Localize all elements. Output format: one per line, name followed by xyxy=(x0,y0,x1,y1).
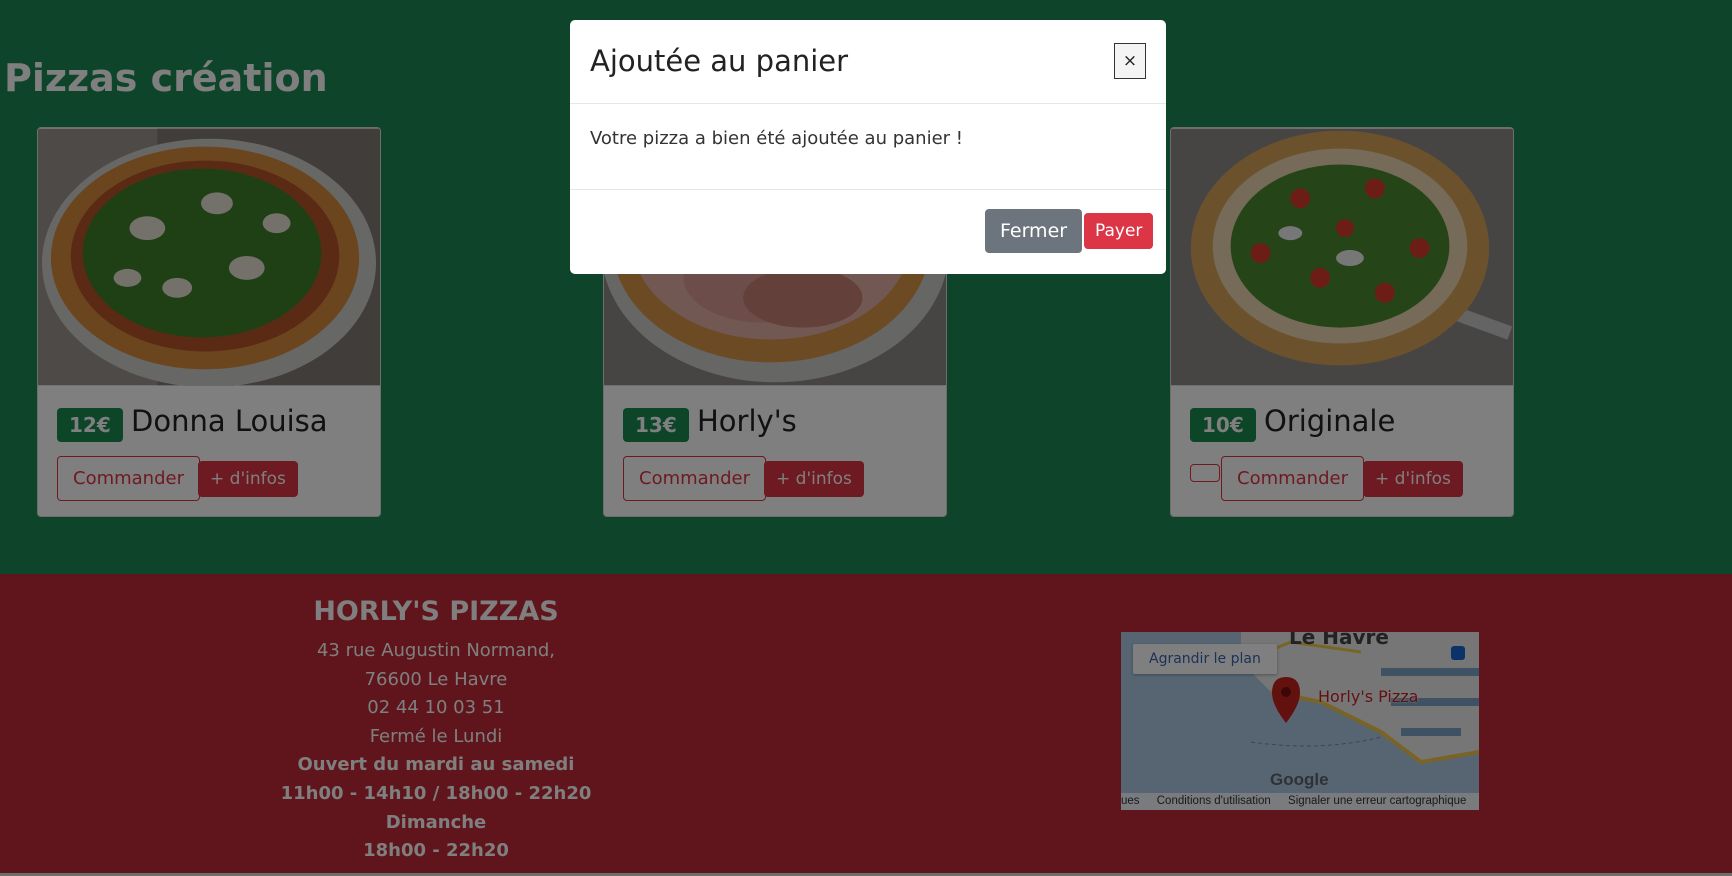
close-icon[interactable]: × xyxy=(1114,43,1146,79)
modal-header: Ajoutée au panier × xyxy=(570,20,1166,104)
modal-message: Votre pizza a bien été ajoutée au panier… xyxy=(590,128,963,149)
close-button[interactable]: Fermer xyxy=(985,209,1083,253)
modal-footer: Fermer Payer xyxy=(570,190,1166,274)
modal-title: Ajoutée au panier xyxy=(590,44,849,78)
pay-button[interactable]: Payer xyxy=(1084,213,1154,249)
cart-modal: Ajoutée au panier × Votre pizza a bien é… xyxy=(570,20,1166,274)
modal-body: Votre pizza a bien été ajoutée au panier… xyxy=(570,104,1166,190)
